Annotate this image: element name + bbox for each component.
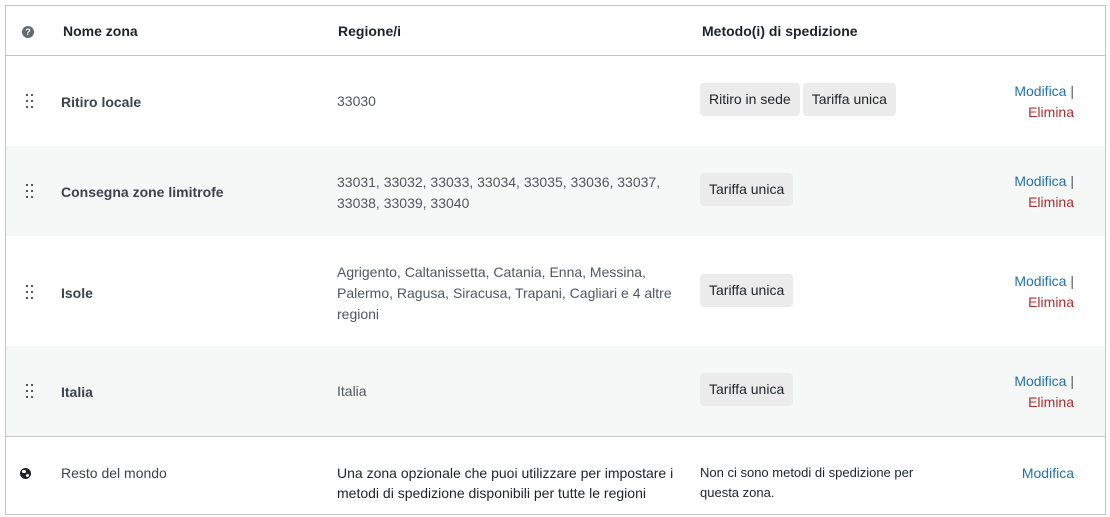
row-actions: Modifica | Elimina: [1014, 171, 1074, 213]
zone-name[interactable]: Resto del mondo: [61, 465, 167, 481]
method-chip-flat-rate[interactable]: Tariffa unica: [700, 373, 794, 406]
zone-regions: Italia: [337, 383, 367, 399]
separator: |: [1070, 273, 1074, 289]
zone-methods: Tariffa unica: [700, 274, 796, 307]
method-chip-flat-rate[interactable]: Tariffa unica: [802, 83, 896, 116]
zone-methods: Ritiro in sede Tariffa unica: [700, 83, 899, 116]
delete-link[interactable]: Elimina: [1028, 104, 1074, 120]
table-row: Consegna zone limitrofe 33031, 33032, 33…: [6, 146, 1105, 236]
zone-regions: 33031, 33032, 33033, 33034, 33035, 33036…: [337, 174, 661, 211]
zone-methods: Tariffa unica: [700, 373, 796, 406]
row-actions: Modifica | Elimina: [1014, 371, 1074, 413]
no-methods-text: Non ci sono metodi di spedizione per que…: [700, 465, 914, 500]
separator: |: [1070, 373, 1074, 389]
zone-name[interactable]: Consegna zone limitrofe: [61, 184, 224, 200]
globe-icon: [20, 468, 31, 479]
table-row-rest-of-world: Resto del mondo Una zona opzionale che p…: [6, 436, 1105, 517]
delete-link[interactable]: Elimina: [1028, 394, 1074, 410]
table-header: ? Nome zona Regione/i Metodo(i) di spedi…: [6, 6, 1105, 56]
question-mark-icon[interactable]: ?: [22, 26, 34, 38]
row-actions: Modifica: [1022, 463, 1074, 484]
delete-link[interactable]: Elimina: [1028, 294, 1074, 310]
shipping-zones-table: ? Nome zona Regione/i Metodo(i) di spedi…: [5, 5, 1106, 515]
drag-handle-icon[interactable]: [24, 184, 36, 200]
drag-handle-icon[interactable]: [24, 94, 36, 110]
method-chip-flat-rate[interactable]: Tariffa unica: [700, 274, 794, 307]
row-actions: Modifica | Elimina: [1014, 81, 1074, 123]
table-row: Italia Italia Tariffa unica Modifica | E…: [6, 346, 1105, 436]
edit-link[interactable]: Modifica: [1014, 273, 1066, 289]
method-chip-flat-rate[interactable]: Tariffa unica: [700, 173, 794, 206]
edit-link[interactable]: Modifica: [1014, 173, 1066, 189]
edit-link[interactable]: Modifica: [1014, 83, 1066, 99]
column-header-zone-name: Nome zona: [63, 23, 138, 39]
zone-methods: Tariffa unica: [700, 173, 796, 206]
column-header-shipping-methods: Metodo(i) di spedizione: [702, 23, 858, 39]
separator: |: [1070, 83, 1074, 99]
zone-name[interactable]: Italia: [61, 384, 93, 400]
separator: |: [1070, 173, 1074, 189]
drag-handle-icon[interactable]: [24, 285, 36, 301]
edit-link[interactable]: Modifica: [1014, 373, 1066, 389]
zone-name[interactable]: Ritiro locale: [61, 94, 141, 110]
table-row: Isole Agrigento, Caltanissetta, Catania,…: [6, 236, 1105, 346]
drag-handle-icon[interactable]: [24, 384, 36, 400]
zone-name[interactable]: Isole: [61, 285, 93, 301]
zone-regions: Agrigento, Caltanissetta, Catania, Enna,…: [337, 264, 672, 322]
delete-link[interactable]: Elimina: [1028, 194, 1074, 210]
method-chip-local-pickup[interactable]: Ritiro in sede: [700, 83, 800, 116]
zone-regions: 33030: [337, 93, 376, 109]
table-row: Ritiro locale 33030 Ritiro in sede Tariff…: [6, 56, 1105, 146]
row-actions: Modifica | Elimina: [1014, 271, 1074, 313]
column-header-regions: Regione/i: [338, 23, 402, 39]
zone-description: Una zona opzionale che puoi utilizzare p…: [337, 465, 674, 501]
edit-link[interactable]: Modifica: [1022, 465, 1074, 481]
